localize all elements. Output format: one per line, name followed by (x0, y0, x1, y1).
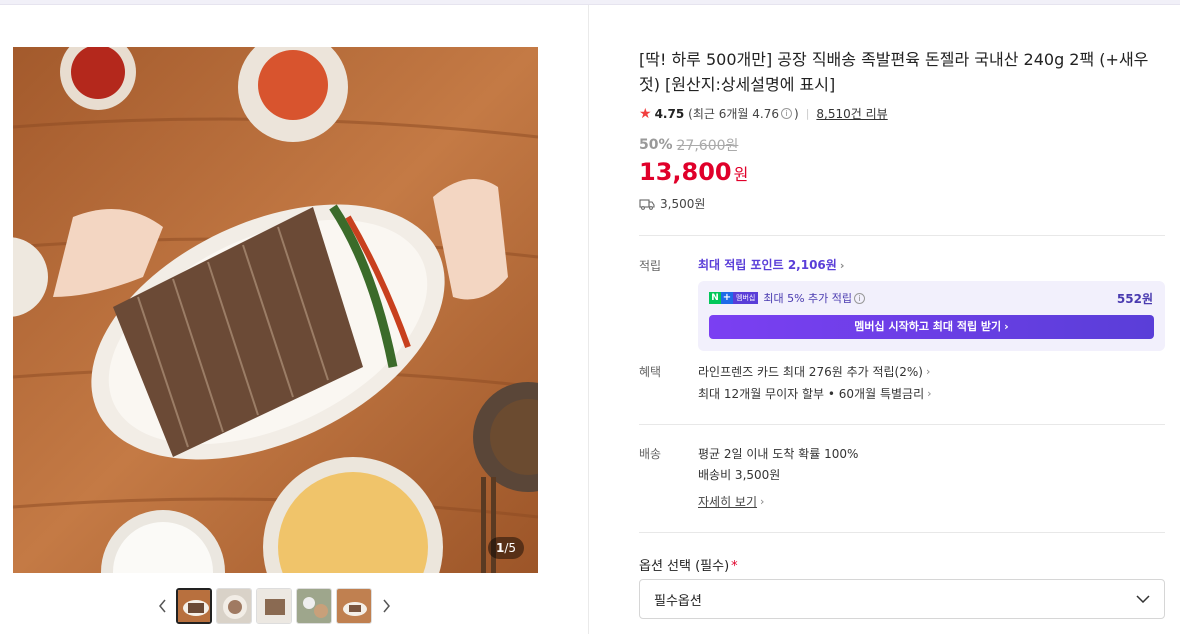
chevron-right-icon: › (927, 387, 932, 400)
membership-badge: 멤버십 (733, 292, 759, 304)
recent-rating: (최근 6개월 4.76 (688, 107, 779, 121)
membership-line: N + 멤버십 최대 5% 추가 적립 i (709, 290, 867, 306)
divider (639, 424, 1165, 425)
discount-rate: 50% (639, 137, 673, 153)
points-label: 적립 (639, 259, 662, 273)
divider (639, 532, 1165, 533)
chevron-left-icon[interactable] (150, 588, 174, 624)
card-benefit-text: 라인프렌즈 카드 최대 276원 추가 적립(2%) (698, 365, 923, 379)
info-icon[interactable]: i (781, 108, 792, 119)
product-info: [딱! 하루 500개만] 공장 직배송 족발편육 돈젤라 국내산 240g 2… (590, 5, 1180, 634)
delivery-label: 배송 (639, 447, 662, 461)
option-select[interactable]: 필수옵션 (639, 579, 1165, 619)
thumbnail-strip (150, 587, 398, 625)
installment-benefit[interactable]: 최대 12개월 무이자 할부 • 60개월 특별금리 › (698, 385, 932, 402)
rating-score: 4.75 (654, 106, 685, 121)
delivery-detail-text: 자세히 보기 (698, 495, 758, 509)
info-icon[interactable]: i (854, 292, 865, 304)
delivery-fee: 배송비 3,500원 (698, 468, 781, 482)
discount-row: 50% 27,600원 (639, 135, 738, 155)
card-benefit[interactable]: 라인프렌즈 카드 최대 276원 추가 적립(2%) › (698, 363, 930, 380)
product-gallery: 1/5 (0, 5, 589, 634)
shipping-fee-row: 3,500원 (639, 195, 705, 212)
thumbnail-1[interactable] (176, 588, 212, 624)
option-label: 옵션 선택 (필수) * (639, 555, 738, 574)
review-count-link[interactable]: 8,510건 리뷰 (816, 105, 887, 122)
thumbnail-4[interactable] (296, 588, 332, 624)
chevron-right-icon: › (925, 365, 931, 378)
membership-amount: 552원 (1116, 292, 1153, 306)
food-photo (13, 47, 538, 573)
truck-icon (639, 198, 655, 210)
installment-text: 최대 12개월 무이자 할부 • 60개월 특별금리 (698, 387, 925, 401)
max-point-text: 최대 적립 포인트 2,106원 (698, 258, 837, 272)
rating-row: ★ 4.75 (최근 6개월 4.76 i ) | 8,510건 리뷰 (639, 105, 888, 122)
sale-price: 13,800 원 (639, 158, 748, 186)
thumbnail-3[interactable] (256, 588, 292, 624)
membership-cta-button[interactable]: 멤버십 시작하고 최대 적립 받기 › (709, 315, 1154, 339)
separator: | (805, 107, 810, 120)
recent-rating-close: ) (794, 106, 799, 121)
benefits-label: 혜택 (639, 365, 662, 379)
chevron-right-icon: › (760, 495, 765, 508)
membership-text: 최대 5% 추가 적립 (763, 292, 852, 305)
main-product-image[interactable]: 1/5 (13, 47, 538, 573)
plus-badge: + (721, 292, 733, 304)
delivery-detail-link[interactable]: 자세히 보기 › (698, 493, 764, 510)
chevron-right-icon[interactable] (374, 588, 398, 624)
naver-badge: N (709, 292, 721, 304)
thumbnail-5[interactable] (336, 588, 372, 624)
image-counter: 1/5 (487, 537, 524, 559)
shipping-fee: 3,500원 (660, 197, 706, 211)
original-price: 27,600원 (676, 138, 739, 154)
price-value: 13,800 (639, 158, 732, 186)
option-selected-value: 필수옵션 (654, 593, 702, 609)
membership-cta-label: 멤버십 시작하고 최대 적립 받기 (854, 320, 1002, 333)
membership-box: N + 멤버십 최대 5% 추가 적립 i 552원 멤버십 시작하고 최대 적립 … (698, 281, 1165, 351)
star-icon: ★ (639, 105, 652, 122)
chevron-down-icon (1136, 595, 1150, 603)
delivery-arrival: 평균 2일 이내 도착 확률 100% (698, 447, 859, 461)
divider (639, 235, 1165, 236)
chevron-right-icon: › (1004, 320, 1009, 333)
required-mark: * (731, 559, 738, 574)
max-point-link[interactable]: 최대 적립 포인트 2,106원 › (698, 256, 844, 273)
price-unit: 원 (733, 165, 749, 184)
product-title: [딱! 하루 500개만] 공장 직배송 족발편육 돈젤라 국내산 240g 2… (639, 50, 1149, 94)
option-label-text: 옵션 선택 (필수) (639, 559, 730, 574)
chevron-right-icon: › (839, 259, 845, 272)
thumbnail-2[interactable] (216, 588, 252, 624)
